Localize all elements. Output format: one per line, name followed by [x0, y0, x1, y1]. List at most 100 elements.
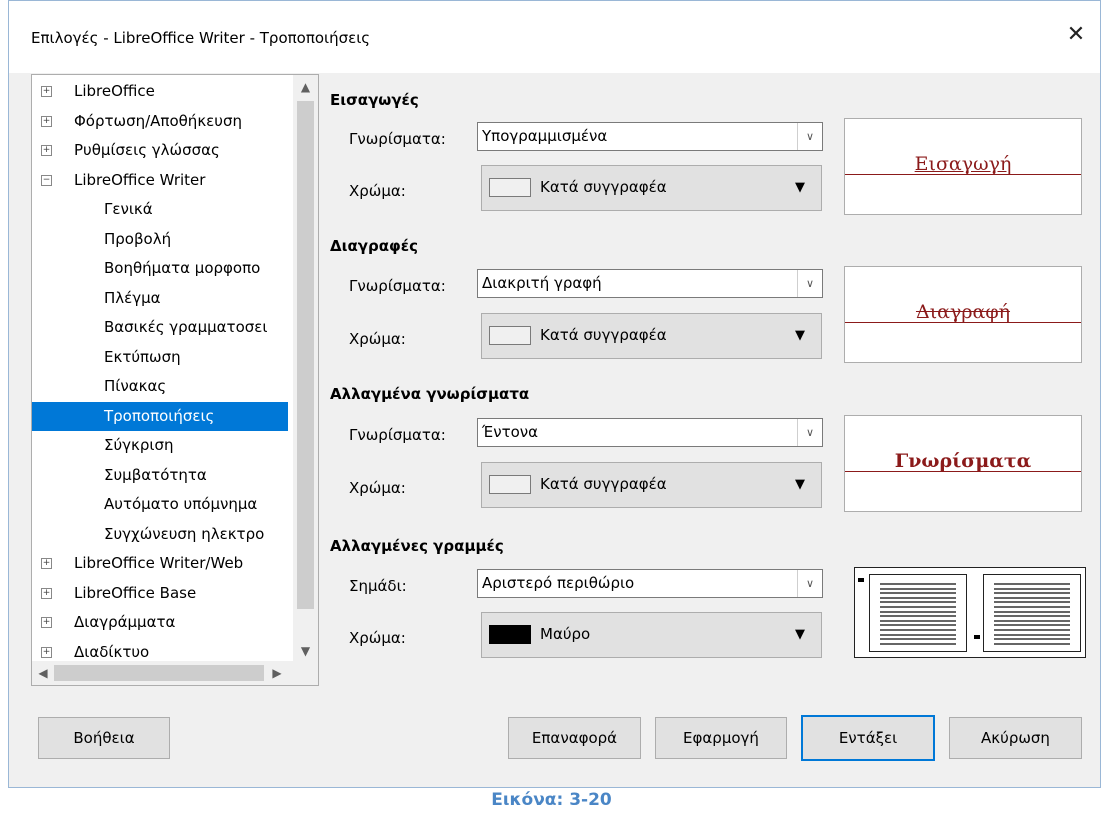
text-line: [880, 638, 956, 641]
ok-button[interactable]: Εντάξει: [801, 715, 935, 761]
tree-item-label: LibreOffice: [74, 82, 155, 100]
deletions-color-label: Χρώμα:: [349, 330, 406, 348]
tree-item[interactable]: Εκτύπωση: [32, 343, 288, 372]
dropdown-arrow-icon[interactable]: ▼: [795, 627, 805, 642]
tree-item[interactable]: Σύγκριση: [32, 431, 288, 460]
scroll-up-icon[interactable]: ▲: [293, 75, 318, 99]
tree-item-label: Αυτόματο υπόμνημα: [104, 495, 258, 513]
dropdown-arrow-icon[interactable]: ▼: [795, 180, 805, 195]
deletions-heading: Διαγραφές: [330, 237, 418, 255]
tree-item-label: Πλέγμα: [104, 288, 161, 307]
title-bar: Επιλογές - LibreOffice Writer - Τροποποι…: [9, 1, 1100, 73]
tree-item[interactable]: + Διαγράμματα: [32, 608, 288, 637]
tree-item[interactable]: Συμβατότητα: [32, 461, 288, 490]
changed-lines-mark-value: Αριστερό περιθώριο: [482, 574, 635, 592]
scroll-right-icon[interactable]: ▶: [266, 661, 288, 685]
tree-item-label: Βοηθήματα μορφοπο: [104, 259, 261, 277]
expand-icon[interactable]: +: [41, 145, 52, 156]
cancel-button[interactable]: Ακύρωση: [949, 717, 1082, 759]
hscroll-thumb[interactable]: [54, 665, 264, 681]
apply-button[interactable]: Εφαρμογή: [655, 717, 787, 759]
tree-item[interactable]: Γενικά: [32, 195, 288, 224]
changed-attributes-attr-label: Γνωρίσματα:: [349, 426, 446, 444]
insertions-attributes-label: Γνωρίσματα:: [349, 130, 446, 148]
tree-item[interactable]: Βασικές γραμματοσει: [32, 313, 288, 342]
tree-item-label: LibreOffice Writer/Web: [74, 554, 244, 572]
color-swatch: [489, 326, 531, 345]
text-line: [880, 615, 956, 618]
tree-item[interactable]: + LibreOffice Writer/Web: [32, 549, 288, 578]
tree-vertical-scrollbar[interactable]: ▲ ▼: [293, 75, 318, 663]
changed-lines-color-label: Χρώμα:: [349, 629, 406, 647]
reset-button[interactable]: Επαναφορά: [508, 717, 641, 759]
tree-item[interactable]: + LibreOffice: [32, 77, 288, 106]
tree-item[interactable]: Τροποποιήσεις: [32, 401, 288, 431]
deletions-preview: Διαγραφή: [844, 266, 1082, 363]
tree-item[interactable]: Πίνακας: [32, 372, 288, 401]
chevron-down-icon[interactable]: ∨: [797, 123, 822, 150]
close-icon[interactable]: ✕: [1062, 21, 1090, 49]
text-line: [880, 606, 956, 608]
text-line: [880, 633, 956, 636]
tree-item[interactable]: − LibreOffice Writer: [32, 166, 288, 195]
tree-item[interactable]: Συγχώνευση ηλεκτρο: [32, 520, 288, 549]
tree-item[interactable]: Προβολή: [32, 225, 288, 254]
tree-item[interactable]: + Φόρτωση/Αποθήκευση: [32, 107, 288, 136]
text-line: [994, 629, 1070, 631]
expand-icon[interactable]: +: [41, 558, 52, 569]
text-line: [994, 624, 1070, 627]
changed-attributes-color-label: Χρώμα:: [349, 479, 406, 497]
expand-icon[interactable]: +: [41, 646, 52, 658]
text-line: [880, 583, 956, 585]
insertions-attributes-combo[interactable]: Υπογραμμισμένα ∨: [477, 122, 823, 151]
tree-item-label: Εκτύπωση: [104, 347, 181, 366]
dropdown-arrow-icon[interactable]: ▼: [795, 328, 805, 343]
help-button[interactable]: Βοήθεια: [38, 717, 170, 759]
tree-item-label: LibreOffice Base: [74, 583, 197, 602]
text-line: [994, 642, 1070, 645]
text-line: [994, 619, 1070, 622]
tree-item-label: Πίνακας: [104, 377, 167, 395]
deletions-color-value: Κατά συγγραφέα: [540, 326, 667, 344]
tree-item[interactable]: Πλέγμα: [32, 284, 288, 313]
scroll-down-icon[interactable]: ▼: [293, 639, 318, 663]
tree-item-label: Προβολή: [104, 229, 172, 248]
text-line: [994, 638, 1070, 641]
deletions-attributes-combo[interactable]: Διακριτή γραφή ∨: [477, 269, 823, 298]
changed-lines-color-value: Μαύρο: [540, 625, 591, 643]
expand-icon[interactable]: +: [41, 587, 52, 599]
changed-lines-mark-combo[interactable]: Αριστερό περιθώριο ∨: [477, 569, 823, 598]
expand-icon[interactable]: +: [41, 86, 52, 97]
deletions-color-picker[interactable]: Κατά συγγραφέα ▼: [481, 313, 822, 359]
tree-item[interactable]: Βοηθήματα μορφοπο: [32, 254, 288, 283]
expand-icon[interactable]: +: [41, 115, 52, 127]
options-tree[interactable]: + LibreOffice + Φόρτωση/Αποθήκευση + Ρυθμίσει…: [31, 74, 319, 686]
insertions-attributes-value: Υπογραμμισμένα: [482, 127, 608, 145]
tree-item-label: Βασικές γραμματοσει: [104, 318, 268, 336]
scroll-left-icon[interactable]: ◀: [32, 661, 54, 685]
expand-icon[interactable]: +: [41, 617, 52, 628]
tree-item-label: Διαγράμματα: [74, 613, 176, 631]
scroll-thumb[interactable]: [297, 101, 314, 609]
changed-attributes-color-picker[interactable]: Κατά συγγραφέα ▼: [481, 462, 822, 508]
changed-attributes-preview: Γνωρίσματα: [844, 415, 1082, 512]
insertions-color-picker[interactable]: Κατά συγγραφέα ▼: [481, 165, 822, 211]
dropdown-arrow-icon[interactable]: ▼: [795, 477, 805, 492]
deletions-preview-text: Διαγραφή: [915, 301, 1011, 323]
text-line: [994, 592, 1070, 595]
tree-item[interactable]: + LibreOffice Base: [32, 579, 288, 608]
text-line: [994, 583, 1070, 585]
chevron-down-icon[interactable]: ∨: [797, 419, 822, 446]
changed-attributes-combo[interactable]: Έντονα ∨: [477, 418, 823, 447]
tree-item[interactable]: Αυτόματο υπόμνημα: [32, 490, 288, 519]
tree-horizontal-scrollbar[interactable]: ◀ ▶: [32, 661, 318, 685]
tree-item[interactable]: + Ρυθμίσεις γλώσσας: [32, 136, 288, 165]
changed-lines-color-picker[interactable]: Μαύρο ▼: [481, 612, 822, 658]
text-line: [994, 615, 1070, 618]
chevron-down-icon[interactable]: ∨: [797, 270, 822, 297]
chevron-down-icon[interactable]: ∨: [797, 570, 822, 597]
collapse-icon[interactable]: −: [41, 174, 52, 186]
changed-attributes-value: Έντονα: [482, 423, 539, 441]
margin-mark: [974, 635, 980, 639]
tree-item-label: Σύγκριση: [104, 436, 174, 454]
